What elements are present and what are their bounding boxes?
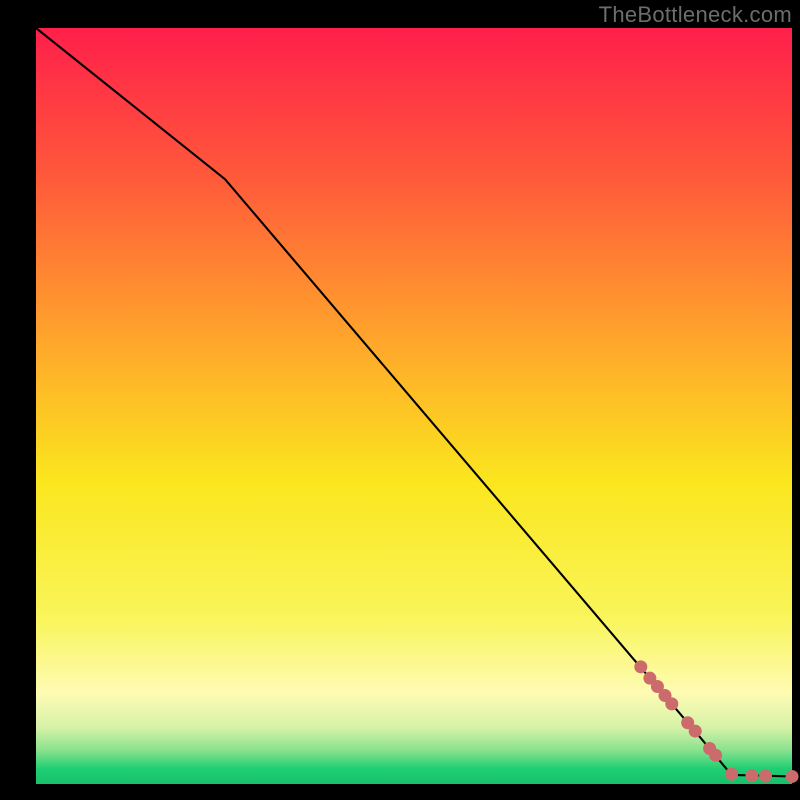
marker-4: [665, 697, 678, 710]
chart-container: TheBottleneck.com: [0, 0, 800, 800]
marker-12: [786, 770, 799, 783]
marker-9: [725, 768, 738, 781]
plot-background: [36, 28, 792, 784]
marker-8: [709, 749, 722, 762]
marker-0: [634, 660, 647, 673]
chart-svg: [0, 0, 800, 800]
marker-11: [759, 770, 772, 783]
watermark-text: TheBottleneck.com: [599, 2, 792, 28]
marker-10: [745, 769, 758, 782]
marker-6: [689, 725, 702, 738]
